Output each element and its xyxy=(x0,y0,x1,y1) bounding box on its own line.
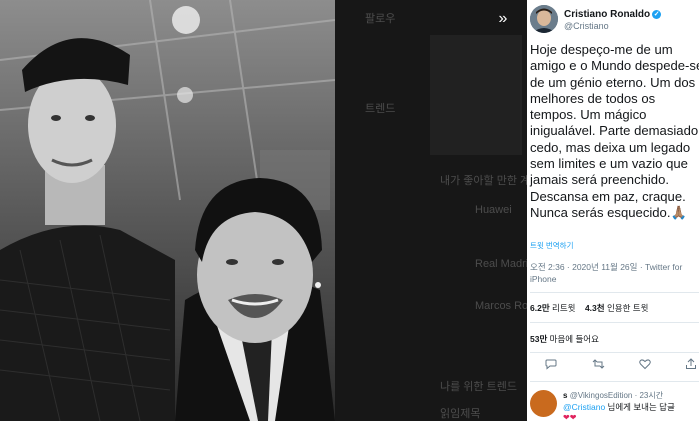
media-viewer: 팔로우 트렌드 내가 좋아할 만한 계정 Huawei Real Madrid … xyxy=(0,0,527,421)
divider xyxy=(530,292,699,293)
quotes-label: 인용한 트윗 xyxy=(606,303,649,313)
retweets-stat[interactable]: 6.2만 리트윗 xyxy=(530,303,575,313)
quotes-stat[interactable]: 4.3천 인용한 트윗 xyxy=(585,303,648,313)
retweets-label: 리트윗 xyxy=(552,303,576,313)
background-timeline: 팔로우 트렌드 내가 좋아할 만한 계정 Huawei Real Madrid … xyxy=(335,0,527,421)
likes-count: 53만 xyxy=(530,334,548,344)
reply-to-label: 님에게 보내는 답글 xyxy=(605,402,675,412)
divider xyxy=(530,322,699,323)
tweet-photo[interactable] xyxy=(0,0,335,421)
retweet-icon[interactable] xyxy=(592,358,605,373)
reply-avatar[interactable] xyxy=(530,390,557,417)
reply-tweet[interactable]: s @VikingosEdition · 23시간 @Cristiano 님에게… xyxy=(530,387,699,421)
reply-hearts: ❤❤ xyxy=(563,413,577,421)
share-icon[interactable] xyxy=(685,358,697,373)
reply-to-line: @Cristiano 님에게 보내는 답글 xyxy=(563,401,675,413)
tweet-actions xyxy=(527,358,699,376)
tweet-timestamp[interactable]: 오전 2:36 · 2020년 11월 26일 · Twitter for iP… xyxy=(530,261,697,285)
likes-label: 마음에 들어요 xyxy=(549,334,599,344)
divider xyxy=(530,352,699,353)
author-avatar[interactable] xyxy=(530,5,558,33)
tweet-text: Hoje despeço-me de um amigo e o Mundo de… xyxy=(530,42,699,220)
verified-badge-icon: ✓ xyxy=(652,9,662,19)
author-handle[interactable]: @Cristiano xyxy=(564,21,609,31)
tweet-detail-panel: Cristiano Ronaldo ✓ @Cristiano Hoje despe… xyxy=(527,0,699,421)
author-name-text[interactable]: Cristiano Ronaldo xyxy=(564,9,650,20)
reply-handle[interactable]: @VikingosEdition · 23시간 xyxy=(570,391,663,400)
like-icon[interactable] xyxy=(639,358,651,373)
photo-illustration xyxy=(0,0,335,421)
likes-stat[interactable]: 53만 마음에 들어요 xyxy=(530,333,599,345)
quotes-count: 4.3천 xyxy=(584,303,605,313)
reply-meta: s @VikingosEdition · 23시간 xyxy=(563,390,663,401)
tweet-stats: 6.2만 리트윗 4.3천 인용한 트윗 xyxy=(530,302,648,314)
expand-panel-button[interactable]: » xyxy=(492,8,514,30)
author-name[interactable]: Cristiano Ronaldo ✓ xyxy=(564,9,662,20)
reply-mention-link[interactable]: @Cristiano xyxy=(563,402,605,412)
divider xyxy=(530,381,699,382)
reply-icon[interactable] xyxy=(545,358,557,373)
retweets-count: 6.2만 xyxy=(530,303,550,313)
reply-author[interactable]: s xyxy=(563,391,567,400)
translate-tweet-link[interactable]: 트윗 번역하기 xyxy=(530,240,573,251)
